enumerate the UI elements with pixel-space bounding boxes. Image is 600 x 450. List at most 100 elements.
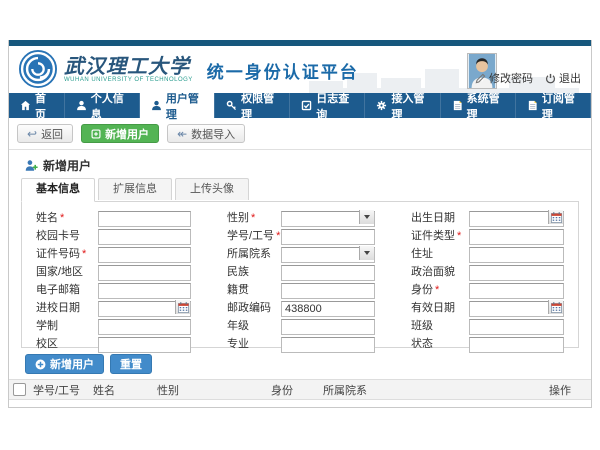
select-all-checkbox[interactable] [13, 383, 26, 396]
field-5-3-input[interactable] [469, 283, 564, 299]
users-table-empty-row [9, 400, 591, 413]
person-icon [76, 100, 87, 111]
nav-item-label: 接入管理 [391, 90, 428, 122]
field-4-3-input[interactable] [469, 265, 564, 281]
required-star: * [60, 212, 64, 224]
nav-item-5[interactable]: 日志查询 [290, 93, 365, 118]
back-button[interactable]: ↩ 返回 [17, 124, 73, 143]
tab-3[interactable]: 上传头像 [175, 178, 249, 200]
logout-label: 退出 [559, 70, 581, 86]
calendar-icon[interactable] [548, 300, 563, 314]
field-input-wrap [469, 227, 564, 243]
field-label: 民族 [227, 263, 281, 279]
field-input-wrap [98, 209, 191, 225]
gear-icon [376, 100, 387, 111]
form-field: 专业 [227, 335, 375, 351]
tab-1[interactable]: 基本信息 [21, 178, 95, 202]
field-label: 校园卡号 [36, 227, 98, 243]
field-2-3-input[interactable] [469, 229, 564, 245]
field-7-2-input[interactable] [281, 319, 375, 335]
dropdown-arrow-button[interactable] [359, 246, 374, 260]
users-table: 学号/工号姓名性别身份所属院系操作 [9, 379, 591, 412]
nav-item-label: 首页 [35, 90, 53, 122]
field-input-wrap [469, 335, 564, 351]
field-label: 进校日期 [36, 299, 98, 315]
back-arrow-icon: ↩ [27, 128, 37, 140]
form-field: 籍贯 [227, 281, 375, 297]
field-1-1-input[interactable] [98, 211, 191, 227]
field-label: 身份* [411, 281, 469, 297]
form-field: 班级 [411, 317, 564, 333]
tab-2[interactable]: 扩展信息 [98, 178, 172, 200]
field-2-2-input[interactable] [281, 229, 375, 245]
nav-item-label: 权限管理 [241, 90, 278, 122]
calendar-icon[interactable] [548, 210, 563, 224]
add-user-toolbar-button[interactable]: 新增用户 [81, 124, 159, 143]
field-3-3-input[interactable] [469, 247, 564, 263]
field-label: 学制 [36, 317, 98, 333]
field-7-1-input[interactable] [98, 319, 191, 335]
back-label: 返回 [41, 126, 63, 142]
field-8-2-input[interactable] [281, 337, 375, 353]
field-input-wrap [98, 335, 191, 351]
field-label: 证件类型* [411, 227, 469, 243]
nav-item-label: 订阅管理 [542, 90, 579, 122]
circle-plus-icon [35, 359, 46, 370]
nav-item-8[interactable]: 订阅管理 [516, 93, 591, 118]
data-import-button[interactable]: ↞ 数据导入 [167, 124, 245, 143]
dropdown-arrow-button[interactable] [359, 210, 374, 224]
university-name-en: WUHAN UNIVERSITY OF TECHNOLOGY [64, 77, 193, 83]
calendar-icon[interactable] [175, 300, 190, 314]
nav-item-label: 用户管理 [166, 90, 203, 122]
add-user-section-icon [25, 159, 38, 172]
field-4-1-input[interactable] [98, 265, 191, 281]
required-star: * [82, 248, 86, 260]
field-7-3-input[interactable] [469, 319, 564, 335]
nav-item-1[interactable]: 首页 [9, 93, 65, 118]
field-3-1-input[interactable] [98, 247, 191, 263]
field-4-2-input[interactable] [281, 265, 375, 281]
field-2-1-input[interactable] [98, 229, 191, 245]
system-icon [452, 100, 463, 111]
required-star: * [251, 212, 255, 224]
field-6-2-input[interactable] [281, 301, 375, 317]
nav-item-6[interactable]: 接入管理 [365, 93, 440, 118]
field-label: 年级 [227, 317, 281, 333]
form-tabs: 基本信息扩展信息上传头像 [21, 178, 579, 202]
permission-icon [226, 100, 237, 111]
field-8-3-input[interactable] [469, 337, 564, 353]
form-field: 身份* [411, 281, 564, 297]
form-field: 进校日期 [36, 299, 191, 315]
change-password-label: 修改密码 [489, 70, 533, 86]
field-5-2-input[interactable] [281, 283, 375, 299]
form-field: 政治面貌 [411, 263, 564, 279]
logout-button[interactable]: 退出 [545, 70, 581, 86]
reset-label: 重置 [120, 356, 142, 372]
nav-item-2[interactable]: 个人信息 [65, 93, 140, 118]
users-table-header-row: 学号/工号姓名性别身份所属院系操作 [9, 380, 591, 400]
section-header: 新增用户 [25, 158, 591, 172]
nav-item-7[interactable]: 系统管理 [441, 93, 516, 118]
nav-item-4[interactable]: 权限管理 [215, 93, 290, 118]
field-input-wrap [469, 281, 564, 297]
users-icon [151, 100, 162, 111]
subscribe-icon [527, 100, 538, 111]
field-input-wrap [281, 281, 375, 297]
form-field: 校园卡号 [36, 227, 191, 243]
add-user-icon [91, 129, 101, 139]
nav-item-3[interactable]: 用户管理 [140, 93, 215, 118]
reset-button[interactable]: 重置 [110, 354, 152, 374]
field-8-1-input[interactable] [98, 337, 191, 353]
power-icon [545, 73, 556, 84]
import-arrow-icon: ↞ [177, 128, 187, 140]
field-input-wrap [281, 245, 375, 261]
submit-add-user-button[interactable]: 新增用户 [25, 354, 104, 374]
form-field: 学制 [36, 317, 191, 333]
field-input-wrap [98, 227, 191, 243]
form-field: 性别* [227, 209, 375, 225]
main-nav: 首页个人信息用户管理权限管理日志查询接入管理系统管理订阅管理 [9, 93, 591, 118]
form-field: 证件类型* [411, 227, 564, 243]
field-5-1-input[interactable] [98, 283, 191, 299]
field-input-wrap [98, 281, 191, 297]
change-password-button[interactable]: 修改密码 [475, 70, 533, 86]
